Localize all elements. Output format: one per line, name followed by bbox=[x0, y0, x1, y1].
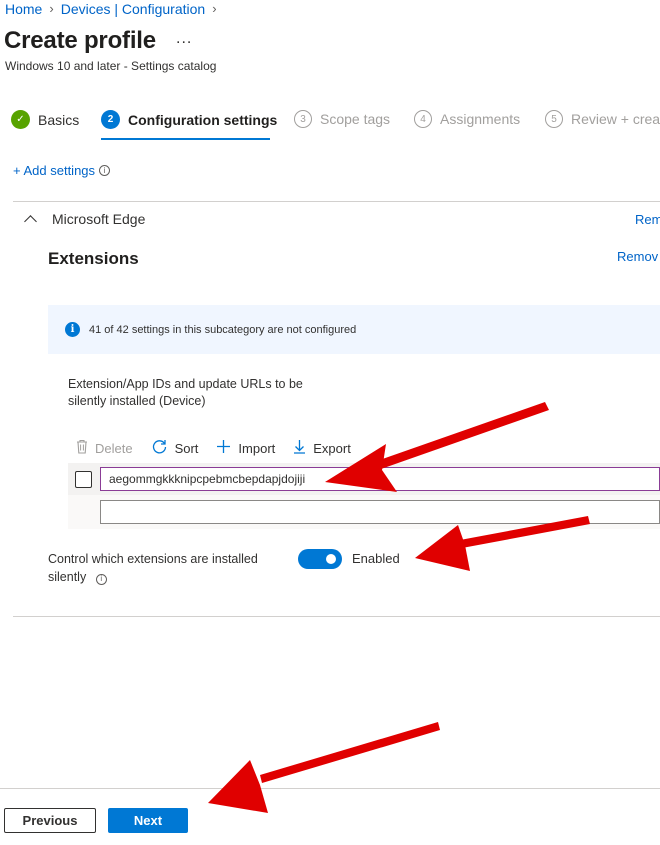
step-number-badge: 2 bbox=[101, 110, 120, 129]
breadcrumb-devices-configuration[interactable]: Devices | Configuration bbox=[61, 1, 205, 17]
delete-button[interactable]: Delete bbox=[76, 439, 133, 458]
toggle-state-label: Enabled bbox=[352, 551, 400, 566]
info-icon[interactable]: i bbox=[95, 573, 107, 585]
trash-icon bbox=[76, 439, 88, 458]
setting-label: Extension/App IDs and update URLs to be … bbox=[68, 377, 303, 408]
info-banner-text: 41 of 42 settings in this subcategory ar… bbox=[89, 323, 357, 336]
wizard-step-assignments[interactable]: 4 Assignments bbox=[414, 110, 520, 128]
export-button[interactable]: Export bbox=[293, 439, 351, 458]
page-subtitle: Windows 10 and later - Settings catalog bbox=[5, 59, 217, 73]
check-icon: ✓ bbox=[11, 110, 30, 129]
row-checkbox[interactable] bbox=[75, 471, 92, 488]
new-extension-id-input[interactable] bbox=[100, 500, 660, 524]
step-number-badge: 5 bbox=[545, 110, 563, 128]
previous-button[interactable]: Previous bbox=[4, 808, 96, 833]
step-number-badge: 4 bbox=[414, 110, 432, 128]
category-header-microsoft-edge[interactable]: Microsoft Edge bbox=[22, 211, 146, 228]
chevron-right-icon: › bbox=[212, 1, 217, 16]
wizard-step-label: Basics bbox=[38, 111, 80, 128]
wizard-step-configuration-settings[interactable]: 2 Configuration settings bbox=[101, 110, 277, 129]
annotation-arrow bbox=[208, 722, 440, 813]
extension-id-input[interactable] bbox=[100, 467, 660, 491]
chevron-right-icon: › bbox=[49, 1, 54, 16]
breadcrumb: Home › Devices | Configuration › bbox=[5, 0, 224, 17]
add-settings-label: + Add settings bbox=[13, 163, 96, 178]
wizard-step-label: Scope tags bbox=[320, 111, 391, 127]
wizard-step-scope-tags[interactable]: 3 Scope tags bbox=[294, 110, 390, 128]
more-options-button[interactable]: ... bbox=[176, 30, 192, 48]
control-setting-text: Control which extensions are installed s… bbox=[48, 552, 258, 584]
active-step-indicator bbox=[101, 138, 270, 140]
wizard-step-label: Assignments bbox=[440, 111, 521, 127]
info-icon: i bbox=[65, 322, 80, 337]
step-number-badge: 3 bbox=[294, 110, 312, 128]
page-title: Create profile bbox=[4, 27, 156, 54]
control-setting-label: Control which extensions are installed s… bbox=[48, 550, 278, 586]
import-button[interactable]: Import bbox=[216, 439, 275, 458]
import-label: Import bbox=[238, 441, 276, 456]
subcategory-title: Extensions bbox=[48, 249, 139, 268]
info-icon[interactable]: i bbox=[99, 165, 111, 176]
download-icon bbox=[293, 439, 306, 458]
sort-label: Sort bbox=[174, 441, 199, 456]
info-banner: i 41 of 42 settings in this subcategory … bbox=[48, 305, 660, 354]
section-divider bbox=[13, 201, 660, 202]
add-settings-link[interactable]: + Add settings i bbox=[13, 163, 111, 178]
wizard-step-label: Review + creat bbox=[571, 111, 660, 127]
footer-divider bbox=[0, 788, 660, 789]
delete-label: Delete bbox=[95, 441, 133, 456]
export-label: Export bbox=[313, 441, 351, 456]
toggle-knob bbox=[326, 554, 336, 564]
breadcrumb-home[interactable]: Home bbox=[5, 1, 42, 17]
sort-button[interactable]: Sort bbox=[151, 438, 199, 459]
next-button[interactable]: Next bbox=[108, 808, 188, 833]
wizard-step-label: Configuration settings bbox=[128, 111, 278, 128]
list-toolbar: Delete Sort Import Export bbox=[76, 438, 369, 459]
chevron-up-icon[interactable] bbox=[24, 215, 37, 228]
section-divider bbox=[13, 616, 660, 617]
category-name: Microsoft Edge bbox=[52, 211, 146, 227]
refresh-icon bbox=[151, 438, 168, 459]
wizard-step-basics[interactable]: ✓ Basics bbox=[11, 110, 79, 129]
remove-category-link[interactable]: Rem bbox=[635, 212, 660, 227]
wizard-step-review-create[interactable]: 5 Review + creat bbox=[545, 110, 660, 128]
remove-subcategory-link[interactable]: Remov bbox=[617, 249, 658, 264]
plus-icon bbox=[216, 439, 231, 458]
enabled-toggle[interactable] bbox=[298, 549, 342, 569]
